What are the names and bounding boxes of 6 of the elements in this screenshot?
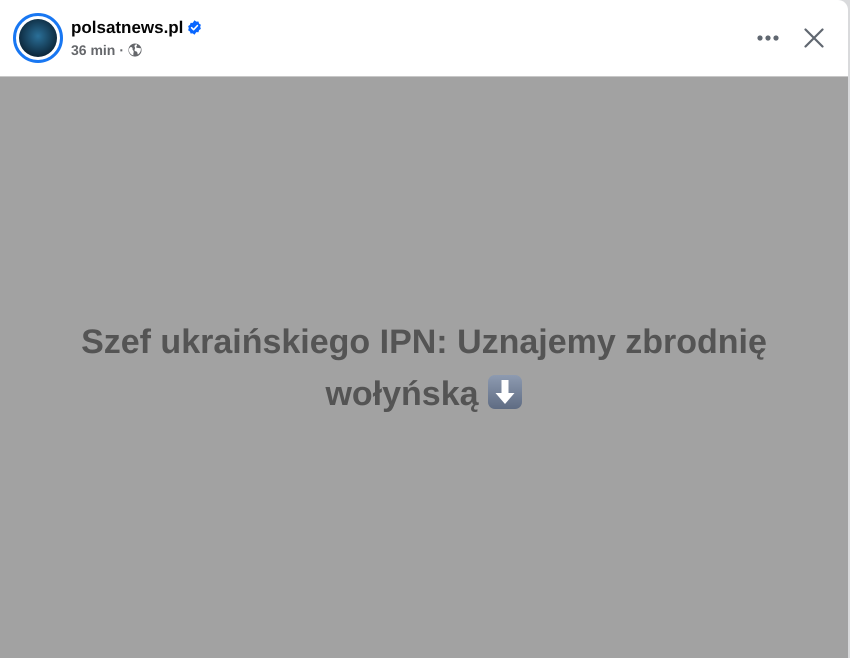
image-headline: Szef ukraińskiego IPN: Uznajemy zbrodnię wołyńską <box>80 322 768 414</box>
page-avatar-icon[interactable] <box>13 13 63 63</box>
page-name[interactable]: polsatnews.pl <box>71 18 184 38</box>
globe-icon[interactable] <box>128 42 142 56</box>
post-time[interactable]: 36 min <box>71 40 116 58</box>
separator-dot: · <box>119 40 124 58</box>
